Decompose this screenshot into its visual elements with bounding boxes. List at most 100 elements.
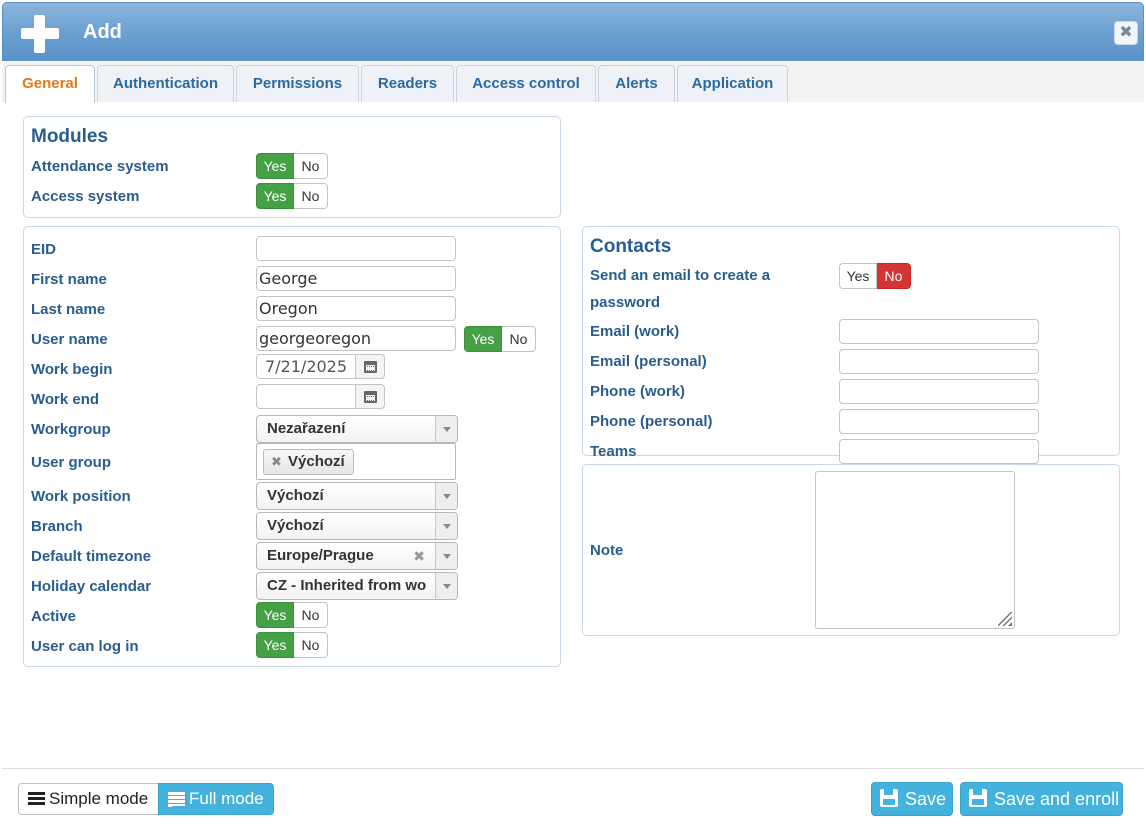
save-icon [880,789,898,807]
tab-alerts[interactable]: Alerts [598,65,675,102]
toggle-no[interactable]: No [877,263,911,289]
toggle-no[interactable]: No [502,326,536,352]
work-end-label: Work end [31,391,100,408]
toggle-no[interactable]: No [294,153,328,179]
user-can-log-in-toggle[interactable]: Yes No [256,632,328,658]
resize-handle-icon[interactable] [998,612,1012,626]
workgroup-value: Nezařazení [267,420,346,437]
eid-input[interactable] [256,236,456,261]
list-icon [28,792,45,806]
work-end-input[interactable] [256,384,356,409]
user-name-input[interactable]: georgeoregon [256,326,456,351]
workgroup-label: Workgroup [31,421,111,438]
work-position-select[interactable]: Výchozí [256,482,458,510]
active-toggle[interactable]: Yes No [256,602,328,628]
tab-application[interactable]: Application [677,65,788,102]
tab-authentication[interactable]: Authentication [97,65,234,102]
teams-label: Teams [590,443,637,460]
branch-value: Výchozí [267,517,324,534]
toggle-yes[interactable]: Yes [256,602,294,628]
work-end-calendar-button[interactable] [356,384,385,409]
work-begin-input[interactable]: 7/21/2025 [256,354,356,379]
calendar-icon [364,361,377,373]
holiday-calendar-select[interactable]: CZ - Inherited from wo [256,572,458,600]
tab-permissions[interactable]: Permissions [236,65,359,102]
default-timezone-value: Europe/Prague [267,547,374,564]
full-mode-button[interactable]: Full mode [158,783,274,815]
dialog-title: Add [83,21,122,43]
simple-mode-label: Simple mode [49,789,149,808]
tab-readers[interactable]: Readers [361,65,454,102]
save-and-enroll-label: Save and enroll [994,789,1120,809]
note-label: Note [590,542,624,559]
chevron-down-icon [435,573,457,599]
send-email-toggle[interactable]: Yes No [839,263,911,289]
workgroup-select[interactable]: Nezařazení [256,415,458,443]
email-work-input[interactable] [839,319,1039,344]
toggle-yes[interactable]: Yes [839,263,877,289]
remove-chip-icon[interactable]: ✖ [271,450,282,474]
list-icon [168,792,185,807]
simple-mode-button[interactable]: Simple mode [18,783,159,815]
eid-label: EID [31,241,57,258]
work-begin-calendar-button[interactable] [356,354,385,379]
user-form-panel: EID First name George Last name Oregon U… [23,226,561,667]
plus-icon [21,15,59,53]
toggle-yes[interactable]: Yes [256,632,294,658]
note-panel: Note [582,464,1120,636]
tab-general[interactable]: General [5,65,95,103]
attendance-system-toggle[interactable]: Yes No [256,153,328,179]
user-group-chip: ✖ Výchozí [263,449,354,475]
active-label: Active [31,608,77,625]
toggle-no[interactable]: No [294,183,328,209]
chevron-down-icon [435,483,457,509]
user-name-toggle[interactable]: Yes No [464,326,536,352]
toggle-yes[interactable]: Yes [256,153,294,179]
add-dialog: Add ✖ General Authentication Permissions… [0,0,1146,832]
work-position-value: Výchozí [267,487,324,504]
attendance-system-label: Attendance system [31,158,169,175]
holiday-calendar-value: CZ - Inherited from wo [267,577,427,594]
phone-personal-label: Phone (personal) [590,413,713,430]
send-email-label: Send an email to create a [590,267,771,284]
chevron-down-icon [435,416,457,442]
branch-select[interactable]: Výchozí [256,512,458,540]
user-group-label: User group [31,454,112,471]
save-and-enroll-button[interactable]: Save and enroll [960,782,1123,816]
user-group-multiselect[interactable]: ✖ Výchozí [256,443,456,480]
holiday-calendar-label: Holiday calendar [31,578,152,595]
email-work-label: Email (work) [590,323,680,340]
chip-label: Výchozí [288,453,345,470]
user-name-label: User name [31,331,108,348]
modules-panel: Modules Attendance system Yes No Access … [23,116,561,218]
save-label: Save [905,789,947,809]
chevron-down-icon [435,513,457,539]
last-name-input[interactable]: Oregon [256,296,456,321]
first-name-input[interactable]: George [256,266,456,291]
email-personal-label: Email (personal) [590,353,707,370]
note-textarea[interactable] [815,471,1015,629]
email-personal-input[interactable] [839,349,1039,374]
toggle-no[interactable]: No [294,602,328,628]
access-system-toggle[interactable]: Yes No [256,183,328,209]
work-position-label: Work position [31,488,131,505]
phone-work-label: Phone (work) [590,383,686,400]
teams-input[interactable] [839,439,1039,464]
default-timezone-select[interactable]: Europe/Prague ✖ [256,542,458,570]
branch-label: Branch [31,518,83,535]
toggle-no[interactable]: No [294,632,328,658]
contacts-panel: Contacts Send an email to create a passw… [582,226,1120,464]
close-button[interactable]: ✖ [1114,21,1138,45]
tab-access-control[interactable]: Access control [456,65,596,102]
save-button[interactable]: Save [871,782,953,816]
phone-personal-input[interactable] [839,409,1039,434]
footer-divider [2,768,1144,769]
first-name-label: First name [31,271,107,288]
toggle-yes[interactable]: Yes [256,183,294,209]
send-email-label-line2: password [590,294,661,311]
last-name-label: Last name [31,301,106,318]
toggle-yes[interactable]: Yes [464,326,502,352]
phone-work-input[interactable] [839,379,1039,404]
calendar-icon [364,391,377,403]
clear-icon[interactable]: ✖ [413,543,425,569]
